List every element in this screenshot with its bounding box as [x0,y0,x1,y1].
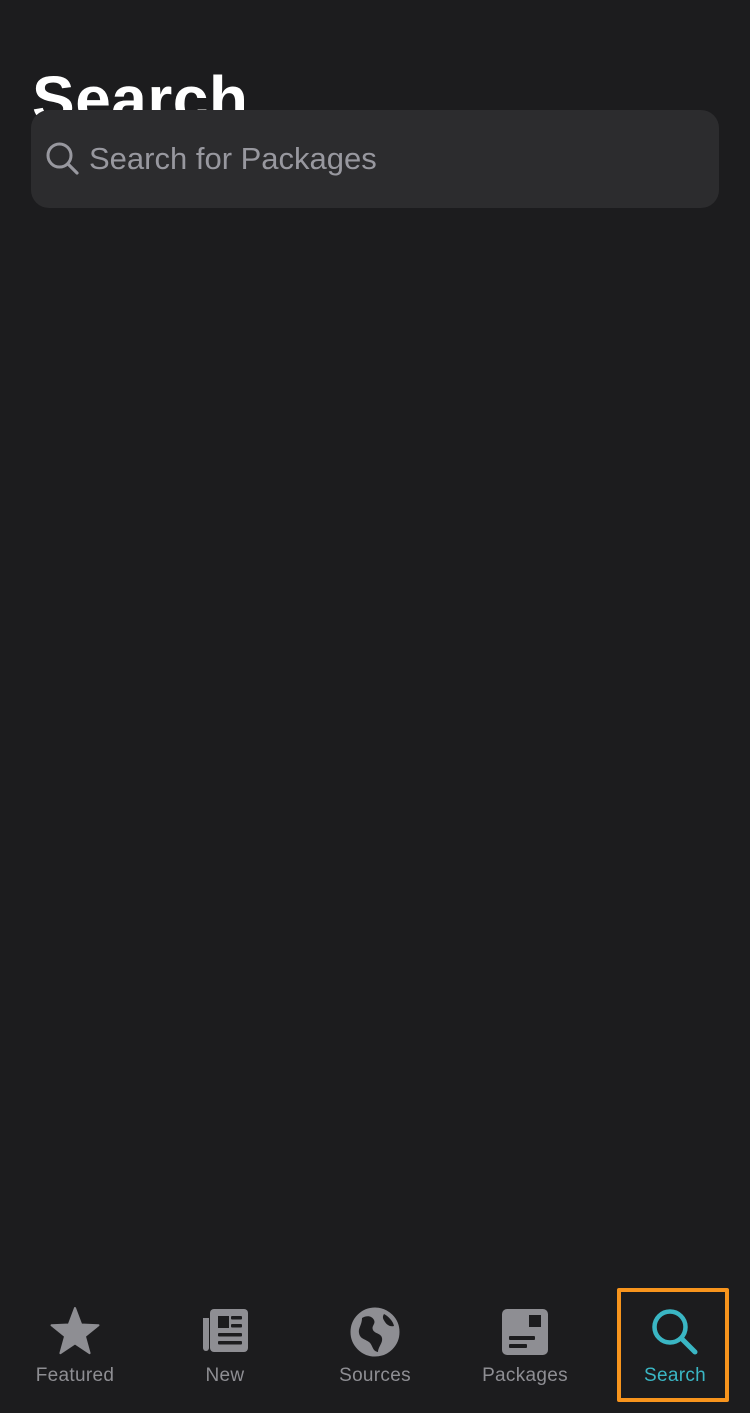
tab-new[interactable]: New [150,1285,300,1403]
newspaper-icon [203,1309,248,1352]
tab-bar: Featured New Sources Packages Search [0,1285,750,1413]
tab-label-search: Search [643,1365,706,1386]
star-icon [50,1307,100,1355]
tab-search[interactable]: Search [600,1285,750,1403]
magnifying-glass-icon [652,1309,698,1355]
tab-label-packages: Packages [482,1365,568,1386]
tab-label-new: New [205,1365,245,1386]
search-input[interactable] [89,110,699,208]
globe-icon [350,1307,400,1357]
magnifying-glass-icon [46,142,79,175]
search-field[interactable] [31,110,719,208]
tab-sources[interactable]: Sources [300,1285,450,1403]
tab-featured[interactable]: Featured [0,1285,150,1403]
tab-label-sources: Sources [339,1365,411,1386]
tab-label-featured: Featured [35,1365,115,1386]
package-icon [502,1309,548,1355]
tab-packages[interactable]: Packages [450,1285,600,1403]
